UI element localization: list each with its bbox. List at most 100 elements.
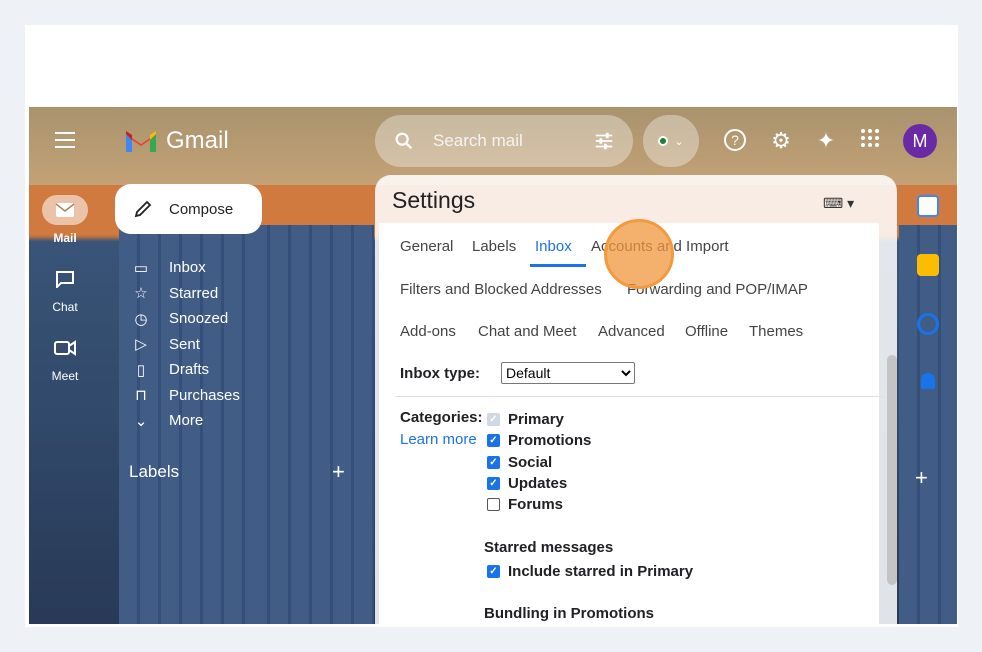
search-icon[interactable] <box>393 130 415 152</box>
checkbox-icon[interactable]: ✓ <box>487 434 500 447</box>
app-name: Gmail <box>166 127 229 154</box>
add-app-icon[interactable]: + <box>915 465 928 491</box>
top-bar: Gmail Search mail ⌄ ? ⚙ ✦ M <box>29 107 957 175</box>
learn-more-link[interactable]: Learn more <box>400 431 477 448</box>
input-tools-icon[interactable]: ⌨ ▾ <box>823 195 854 212</box>
gear-icon[interactable]: ⚙ <box>767 127 795 155</box>
option-label: Include starred in Primary <box>508 563 694 580</box>
starred-heading: Starred messages <box>484 539 614 556</box>
inbox-type-select[interactable]: Default <box>501 362 635 384</box>
labels-heading: Labels <box>129 462 180 481</box>
tab-filters[interactable]: Filters and Blocked Addresses <box>400 281 602 298</box>
nav-label: Drafts <box>169 361 210 379</box>
nav-item-purchases[interactable]: ⊓ Purchases <box>129 383 240 409</box>
active-tab-indicator <box>530 264 586 267</box>
tab-inbox[interactable]: Inbox <box>535 238 572 255</box>
nav-item-drafts[interactable]: ▯ Drafts <box>129 357 240 383</box>
nav-label: More <box>169 412 204 430</box>
svg-text:?: ? <box>731 132 739 148</box>
background-door <box>249 225 374 624</box>
checkbox-icon[interactable]: ✓ <box>487 477 500 490</box>
category-label: Primary <box>508 411 564 428</box>
nav-item-sent[interactable]: ▷ Sent <box>129 332 240 358</box>
keep-icon[interactable] <box>917 254 939 276</box>
category-label: Updates <box>508 475 568 492</box>
inbox-icon: ▭ <box>133 259 149 277</box>
tab-themes[interactable]: Themes <box>749 323 803 340</box>
rail-label: Meet <box>51 369 79 383</box>
gmail-window: Gmail Search mail ⌄ ? ⚙ ✦ M Mail Chat Me… <box>29 107 957 624</box>
tasks-icon[interactable] <box>917 313 939 335</box>
pencil-icon <box>134 200 152 218</box>
checkbox-icon[interactable]: ✓ <box>487 413 500 426</box>
category-label: Promotions <box>508 432 592 449</box>
tab-chat-and-meet[interactable]: Chat and Meet <box>478 323 576 340</box>
page-title: Settings <box>392 187 476 213</box>
compose-label: Compose <box>169 200 234 218</box>
rail-item-mail[interactable]: Mail <box>29 195 101 245</box>
compose-button[interactable]: Compose <box>115 184 262 234</box>
settings-scrollbar[interactable] <box>887 355 897 585</box>
clock-icon: ◷ <box>134 310 148 328</box>
status-active-icon <box>658 136 669 146</box>
background-door <box>899 225 957 624</box>
nav-label: Snoozed <box>169 310 229 328</box>
nav-item-more[interactable]: ⌄ More <box>129 408 240 434</box>
tab-general[interactable]: General <box>400 238 453 255</box>
draft-icon: ▯ <box>136 361 146 379</box>
checkbox-icon[interactable]: ✓ <box>487 456 500 469</box>
tab-advanced[interactable]: Advanced <box>598 323 665 340</box>
tab-add-ons[interactable]: Add-ons <box>400 323 456 340</box>
category-social[interactable]: ✓ Social <box>487 454 552 471</box>
search-bar[interactable]: Search mail <box>375 115 633 167</box>
category-primary[interactable]: ✓ Primary <box>487 411 564 428</box>
rail-item-meet[interactable]: Meet <box>29 333 101 383</box>
tab-labels[interactable]: Labels <box>472 238 516 255</box>
chevron-down-icon: ⌄ <box>134 412 148 430</box>
nav-label: Inbox <box>169 259 206 277</box>
search-options-icon[interactable] <box>593 130 615 152</box>
inbox-type-label: Inbox type: <box>400 365 481 382</box>
nav-label: Sent <box>169 335 200 353</box>
avatar[interactable]: M <box>903 124 937 158</box>
help-icon[interactable]: ? <box>721 127 749 155</box>
tab-offline[interactable]: Offline <box>685 323 728 340</box>
nav-label: Purchases <box>169 386 240 404</box>
divider <box>395 396 885 397</box>
bundling-heading: Bundling in Promotions <box>484 605 654 622</box>
click-indicator <box>604 219 674 289</box>
status-selector[interactable]: ⌄ <box>643 115 699 167</box>
mail-icon <box>42 195 88 225</box>
checkbox-icon[interactable]: ✓ <box>487 565 500 578</box>
category-label: Social <box>508 454 553 471</box>
include-starred-option[interactable]: ✓ Include starred in Primary <box>487 563 693 580</box>
chat-icon <box>42 264 88 294</box>
rail-label: Mail <box>53 231 77 245</box>
category-promotions[interactable]: ✓ Promotions <box>487 432 591 449</box>
contacts-icon[interactable] <box>921 373 935 389</box>
calendar-icon[interactable] <box>917 195 939 217</box>
add-label-icon[interactable]: + <box>332 459 345 485</box>
category-label: Forums <box>508 496 564 513</box>
rail-label: Chat <box>52 300 78 314</box>
star-icon: ☆ <box>134 285 148 303</box>
nav-item-inbox[interactable]: ▭ Inbox <box>129 255 240 281</box>
nav-item-starred[interactable]: ☆ Starred <box>129 281 240 307</box>
gmail-m-icon <box>126 131 156 152</box>
rail-item-chat[interactable]: Chat <box>29 264 101 314</box>
main-menu-button[interactable] <box>49 127 81 155</box>
bag-icon: ⊓ <box>135 387 147 405</box>
gmail-logo[interactable]: Gmail <box>124 127 229 155</box>
category-forums[interactable]: Forums <box>487 496 563 513</box>
video-icon <box>42 333 88 363</box>
categories-label: Categories: <box>400 409 483 426</box>
search-input[interactable]: Search mail <box>433 131 593 151</box>
category-updates[interactable]: ✓ Updates <box>487 475 567 492</box>
nav-label: Starred <box>169 284 219 302</box>
folder-nav: ▭ Inbox ☆ Starred ◷ Snoozed ▷ Sent ▯ Drafts ⊓… <box>129 255 240 434</box>
chevron-down-icon: ⌄ <box>674 135 684 148</box>
nav-item-snoozed[interactable]: ◷ Snoozed <box>129 306 240 332</box>
apps-grid-icon[interactable] <box>856 127 884 155</box>
gemini-sparkle-icon[interactable]: ✦ <box>812 127 840 155</box>
checkbox-icon[interactable] <box>487 498 500 511</box>
